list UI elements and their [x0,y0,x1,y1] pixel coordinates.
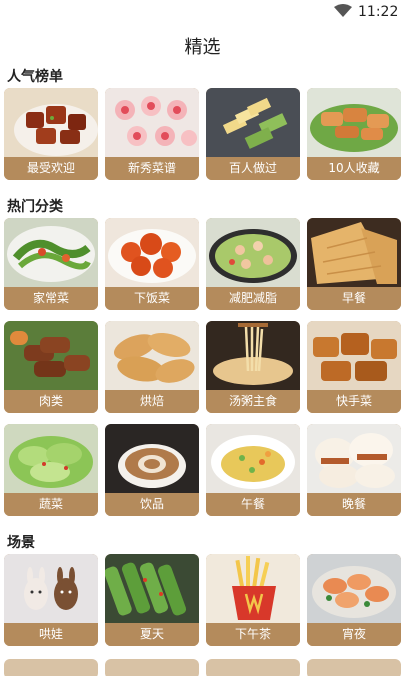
category-card-home[interactable]: 家常菜 [4,218,98,310]
scene-label: 宵夜 [307,623,401,646]
category-label: 早餐 [307,287,401,310]
category-card-quick[interactable]: 快手菜 [307,321,401,413]
next-row-card[interactable] [307,659,401,676]
scene-label: 哄娃 [4,623,98,646]
scenes-grid: 哄娃 夏天 下午茶 宵夜 [4,554,401,646]
wifi-icon [334,4,352,17]
scene-label: 下午茶 [206,623,300,646]
scene-card-kids[interactable]: 哄娃 [4,554,98,646]
category-label: 家常菜 [4,287,98,310]
status-time: 11:22 [358,4,399,20]
category-label: 午餐 [206,493,300,516]
fried-chicken-photo [307,88,401,157]
sweet-sour-pork-photo [105,218,199,287]
category-label: 汤粥主食 [206,390,300,413]
section-title-trending: 人气榜单 [7,69,63,85]
section-title-scenes: 场景 [7,535,35,551]
category-card-meat[interactable]: 肉类 [4,321,98,413]
category-label: 烘焙 [105,390,199,413]
trending-label: 百人做过 [206,157,300,180]
scene-card-tea[interactable]: 下午茶 [206,554,300,646]
category-card-diet[interactable]: 减肥减脂 [206,218,300,310]
categories-grid: 家常菜 下饭菜 减肥减脂 早餐 肉类 烘焙 汤粥主食 快手菜 蔬菜 饮品 午餐 … [4,218,401,516]
trending-label: 10人收藏 [307,157,401,180]
category-label: 晚餐 [307,493,401,516]
croissant-photo [105,321,199,390]
braised-pork-photo [4,88,98,157]
flower-dumplings-photo [105,88,199,157]
page-title: 精选 [184,37,221,58]
home-dish-photo [4,218,98,287]
salad-photo [206,218,300,287]
category-card-soup[interactable]: 汤粥主食 [206,321,300,413]
pancake-photo [307,218,401,287]
category-card-drinks[interactable]: 饮品 [105,424,199,516]
next-row-card[interactable] [105,659,199,676]
trending-card-saved[interactable]: 10人收藏 [307,88,401,180]
scene-label: 夏天 [105,623,199,646]
bunny-popsicle-photo [4,554,98,623]
category-card-lunch[interactable]: 午餐 [206,424,300,516]
category-label: 饮品 [105,493,199,516]
trending-label: 新秀菜谱 [105,157,199,180]
status-bar: 11:22 [0,0,405,24]
trending-card-popular[interactable]: 最受欢迎 [4,88,98,180]
section-title-categories: 热门分类 [7,199,63,215]
category-card-baking[interactable]: 烘焙 [105,321,199,413]
latte-photo [105,424,199,493]
noodles-photo [206,321,300,390]
category-label: 减肥减脂 [206,287,300,310]
scene-card-night[interactable]: 宵夜 [307,554,401,646]
next-row-card[interactable] [206,659,300,676]
next-row-card[interactable] [4,659,98,676]
trending-card-new[interactable]: 新秀菜谱 [105,88,199,180]
quick-dish-photo [307,321,401,390]
category-label: 肉类 [4,390,98,413]
fries-photo [206,554,300,623]
trending-card-hundred[interactable]: 百人做过 [206,88,300,180]
seafood-photo [307,554,401,623]
buns-photo [307,424,401,493]
trending-grid: 最受欢迎 新秀菜谱 百人做过 10人收藏 [4,88,401,180]
scene-card-summer[interactable]: 夏天 [105,554,199,646]
cabbage-photo [4,424,98,493]
category-card-breakfast[interactable]: 早餐 [307,218,401,310]
category-label: 下饭菜 [105,287,199,310]
meat-photo [4,321,98,390]
trending-label: 最受欢迎 [4,157,98,180]
category-label: 快手菜 [307,390,401,413]
rice-plate-photo [206,424,300,493]
next-row-peek [4,659,401,676]
category-card-veg[interactable]: 蔬菜 [4,424,98,516]
category-label: 蔬菜 [4,493,98,516]
category-card-rice[interactable]: 下饭菜 [105,218,199,310]
cucumber-photo [105,554,199,623]
category-card-dinner[interactable]: 晚餐 [307,424,401,516]
layered-cake-photo [206,88,300,157]
